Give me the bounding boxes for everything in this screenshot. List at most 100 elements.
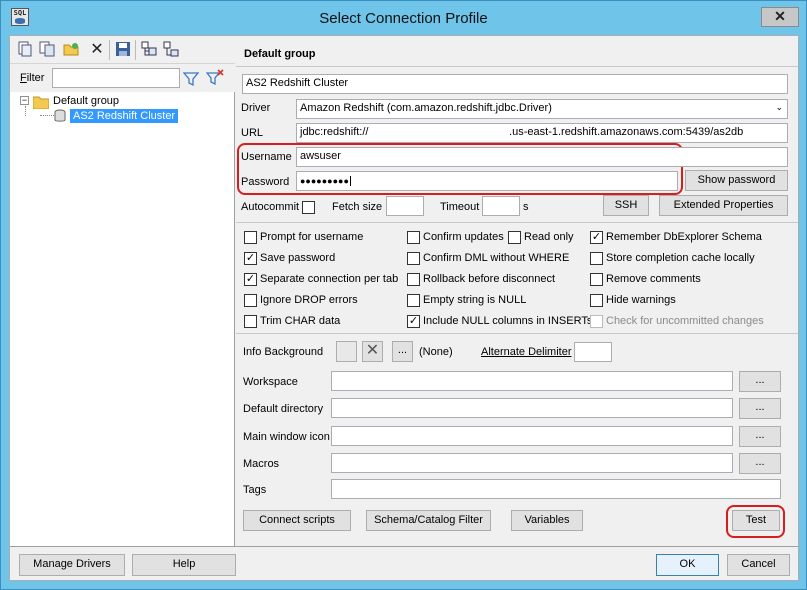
default-directory-browse-button[interactable]: ... [739,398,781,419]
option-checkbox[interactable] [407,231,420,244]
show-password-button[interactable]: Show password [685,170,788,191]
option-label[interactable]: Confirm DML without WHERE [423,252,569,264]
option-checkbox[interactable] [407,294,420,307]
alternate-delimiter-label[interactable]: Alternate Delimiter [481,346,571,358]
folder-icon [32,95,50,112]
connect-scripts-button[interactable]: Connect scripts [243,510,351,531]
color-swatch-button[interactable] [336,341,357,362]
new-profile-icon[interactable] [16,41,34,59]
delete-icon[interactable]: ✕ [88,41,106,59]
save-icon[interactable] [114,41,132,59]
main-window-icon-input[interactable] [331,426,733,446]
extended-properties-button[interactable]: Extended Properties [659,195,788,216]
workspace-input[interactable] [331,371,733,391]
option-label[interactable]: Remember DbExplorer Schema [606,231,762,243]
option-checkbox[interactable]: ✓ [244,252,257,265]
new-folder-icon[interactable] [62,41,80,59]
dialog-window: SQL Select Connection Profile ✕ ✕ Filter… [0,0,807,590]
group-header: Default group [244,48,316,60]
profile-toolbar: ✕ [10,36,235,64]
tree-group-label[interactable]: Default group [53,95,119,107]
alternate-delimiter-input[interactable] [574,342,612,362]
option-checkbox[interactable]: ✓ [590,231,603,244]
copy-profile-icon[interactable] [38,41,56,59]
timeout-input[interactable] [482,196,520,216]
workspace-browse-button[interactable]: ... [739,371,781,392]
option-label[interactable]: Save password [260,252,335,264]
option-checkbox[interactable] [590,252,603,265]
option-label[interactable]: Separate connection per tab [260,273,398,285]
username-label: Username [241,151,292,163]
timeout-label: Timeout [440,201,480,213]
close-button[interactable]: ✕ [761,7,799,27]
dialog-body: ✕ Filter − Default group AS2 Redshift Cl… [9,35,799,581]
tags-label: Tags [243,484,267,496]
cancel-button[interactable]: Cancel [727,554,790,576]
schema-catalog-filter-button[interactable]: Schema/Catalog Filter [366,510,491,531]
option-checkbox[interactable]: ✓ [244,273,257,286]
clear-filter-icon[interactable] [205,69,224,87]
option-label[interactable]: Read only [524,231,574,243]
tags-input[interactable] [331,479,781,499]
option-checkbox[interactable] [407,252,420,265]
macros-browse-button[interactable]: ... [739,453,781,474]
ssh-button[interactable]: SSH [603,195,649,216]
option-checkbox[interactable]: ✓ [407,315,420,328]
password-input[interactable]: ●●●●●●●●● [296,171,678,191]
tree-collapse-toggle[interactable]: − [20,96,29,105]
option-checkbox[interactable] [244,294,257,307]
database-icon [54,109,66,126]
option-label[interactable]: Check for uncommitted changes [606,315,764,327]
title-bar[interactable]: SQL Select Connection Profile ✕ [1,1,806,35]
option-checkbox[interactable] [590,273,603,286]
option-label[interactable]: Remove comments [606,273,701,285]
option-checkbox[interactable] [590,294,603,307]
ok-button[interactable]: OK [656,554,719,576]
driver-label: Driver [241,102,271,114]
option-label[interactable]: Include NULL columns in INSERTs [423,315,592,327]
option-label[interactable]: Confirm updates [423,231,504,243]
option-checkbox[interactable] [244,231,257,244]
url-input[interactable]: jdbc:redshift:// .us-east-1.redshift.ama… [296,123,788,143]
password-mask: ●●●●●●●●● [300,176,349,186]
driver-value: Amazon Redshift (com.amazon.redshift.jdb… [300,102,552,114]
divider [10,546,798,547]
tree-profile-item[interactable]: AS2 Redshift Cluster [70,109,179,123]
driver-select[interactable]: Amazon Redshift (com.amazon.redshift.jdb… [296,99,788,119]
option-label[interactable]: Store completion cache locally [606,252,755,264]
manage-drivers-button[interactable]: Manage Drivers [19,554,125,576]
help-button[interactable]: Help [132,554,236,576]
clear-color-icon[interactable]: ✕ [362,341,383,362]
fetch-size-input[interactable] [386,196,424,216]
main-window-icon-label: Main window icon [243,431,330,443]
option-label[interactable]: Hide warnings [606,294,676,306]
profile-detail-panel: Default group AS2 Redshift Cluster Drive… [236,36,798,546]
default-directory-input[interactable] [331,398,733,418]
divider [236,333,798,334]
text-cursor [349,176,351,186]
expand-icon[interactable] [140,41,158,59]
option-checkbox[interactable] [407,273,420,286]
choose-color-button[interactable]: ... [392,341,413,362]
profile-name-input[interactable]: AS2 Redshift Cluster [242,74,788,94]
main-window-icon-browse-button[interactable]: ... [739,426,781,447]
option-checkbox[interactable] [508,231,521,244]
test-button[interactable]: Test [732,510,780,531]
autocommit-label: Autocommit [241,201,300,213]
filter-label: Filter [20,72,45,84]
macros-input[interactable] [331,453,733,473]
option-label[interactable]: Prompt for username [260,231,363,243]
option-checkbox [590,315,603,328]
autocommit-checkbox[interactable] [302,201,315,214]
filter-icon[interactable] [182,71,200,89]
tree-line [40,115,54,116]
filter-input[interactable] [52,68,180,88]
option-label[interactable]: Ignore DROP errors [260,294,358,306]
variables-button[interactable]: Variables [511,510,583,531]
option-checkbox[interactable] [244,315,257,328]
collapse-icon[interactable] [162,41,180,59]
option-label[interactable]: Rollback before disconnect [423,273,555,285]
option-label[interactable]: Trim CHAR data [260,315,340,327]
username-input[interactable]: awsuser [296,147,788,167]
option-label[interactable]: Empty string is NULL [423,294,526,306]
